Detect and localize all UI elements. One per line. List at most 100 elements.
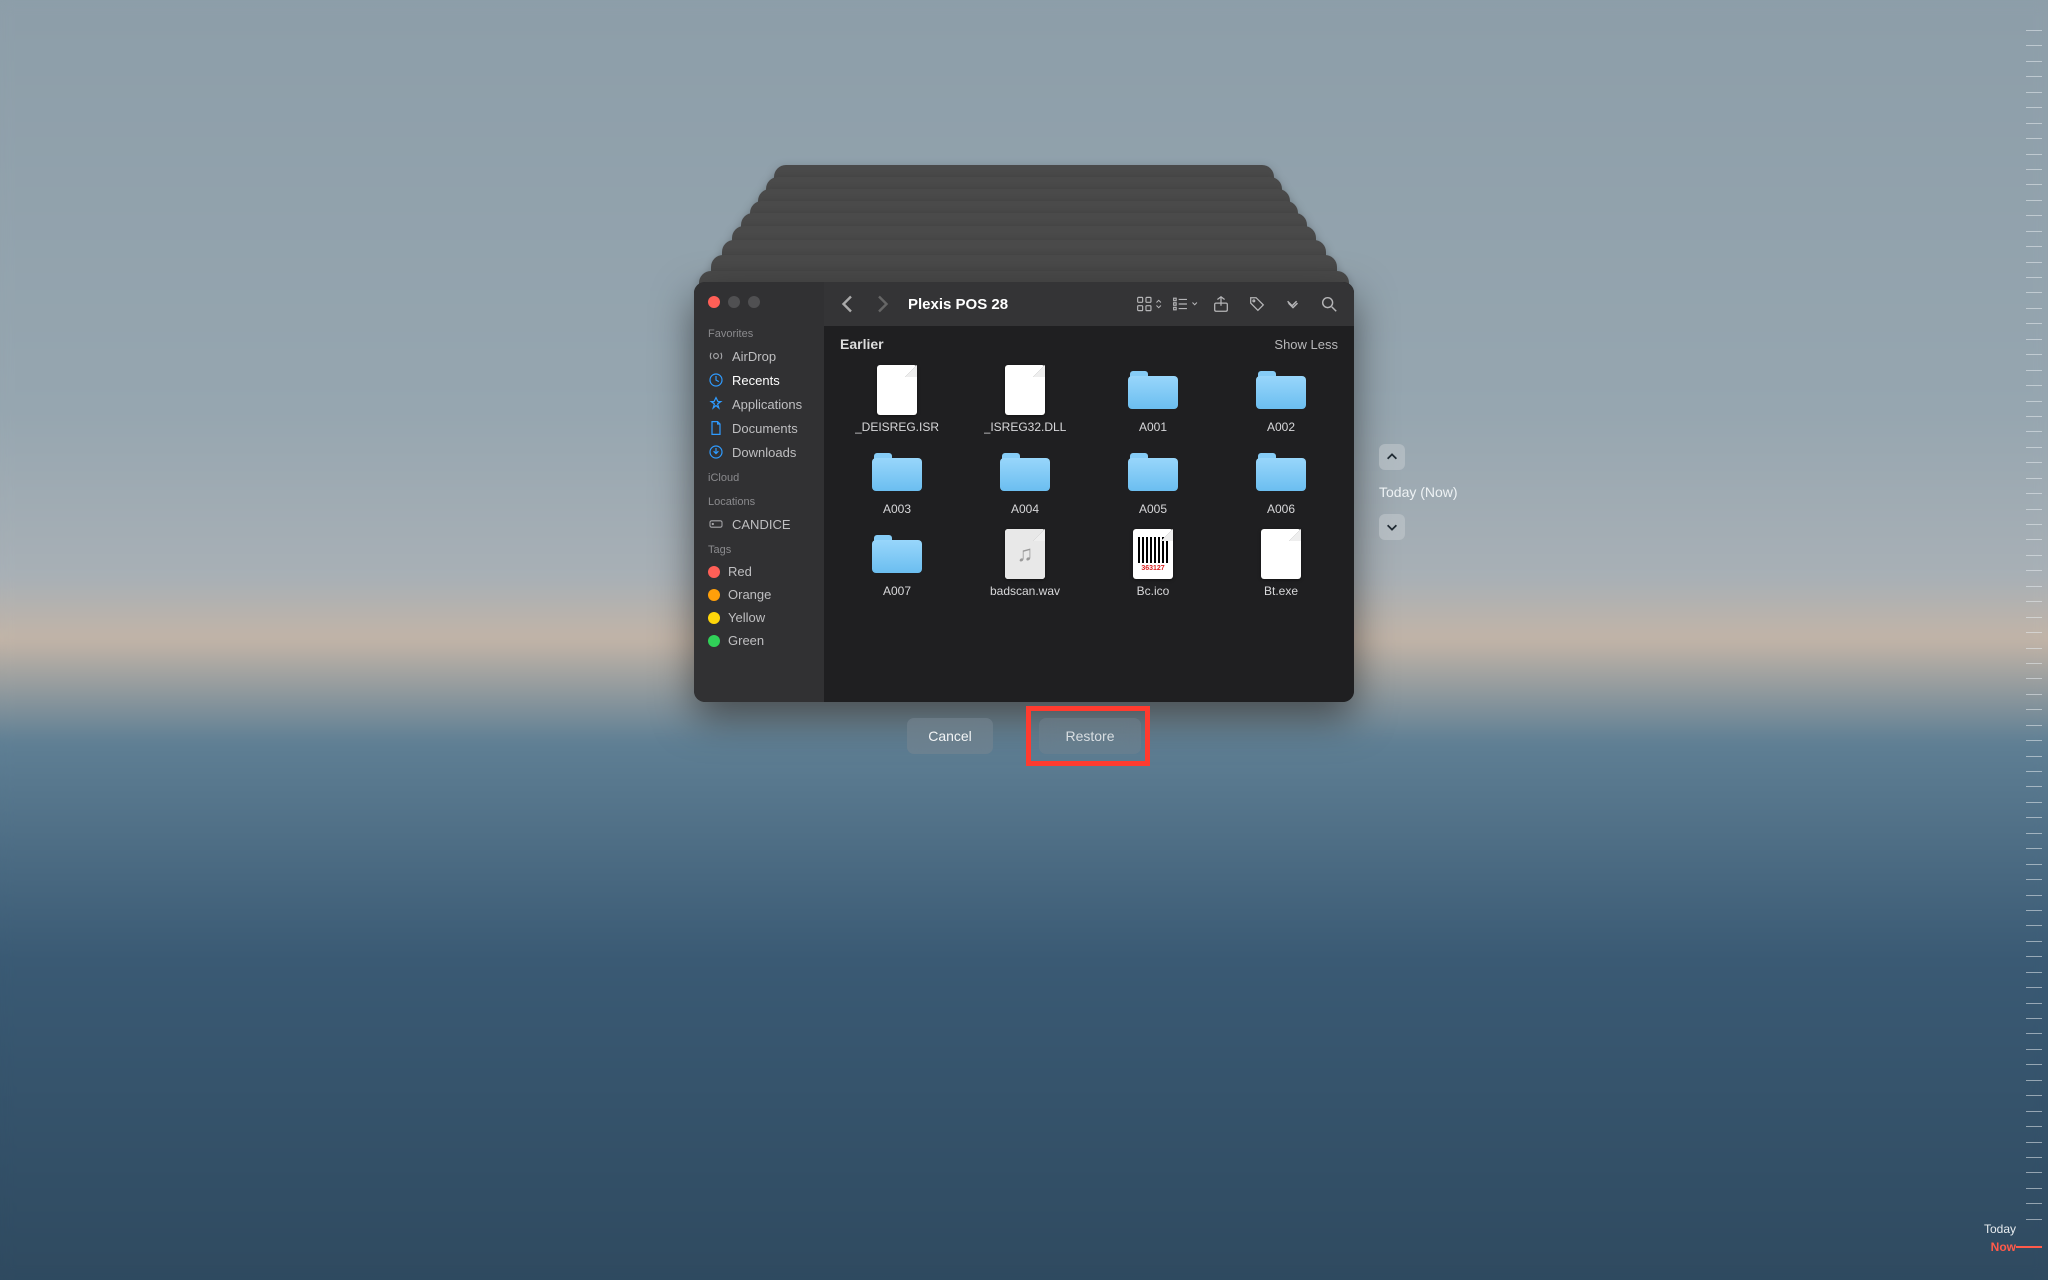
timeline-tick	[2026, 864, 2042, 865]
more-button[interactable]	[1280, 293, 1306, 315]
timeline-tick	[2026, 1172, 2042, 1173]
timeline-tick	[2026, 339, 2042, 340]
folder-icon	[1256, 371, 1306, 409]
sidebar-item-downloads[interactable]: Downloads	[694, 440, 824, 464]
sidebar-tag-red[interactable]: Red	[694, 560, 824, 583]
file-label: A004	[1011, 502, 1039, 516]
file-item[interactable]: badscan.wav	[962, 526, 1088, 602]
timeline-tick	[2026, 694, 2042, 695]
timemachine-next-button[interactable]	[1379, 514, 1405, 540]
file-item[interactable]: _DEISREG.ISR	[834, 362, 960, 438]
timeline-tick	[2026, 586, 2042, 587]
sidebar-item-label: Red	[728, 564, 752, 579]
file-label: Bc.ico	[1137, 584, 1170, 598]
timeline-tick	[2026, 509, 2042, 510]
share-button[interactable]	[1208, 293, 1234, 315]
timeline-tick	[2026, 1080, 2042, 1081]
timeline-tick	[2026, 200, 2042, 201]
timeline-tick	[2026, 385, 2042, 386]
timeline-tick	[2026, 1219, 2042, 1220]
file-label: Bt.exe	[1264, 584, 1298, 598]
section-title: Earlier	[840, 336, 884, 352]
sidebar-item-documents[interactable]: Documents	[694, 416, 824, 440]
sidebar-item-recents[interactable]: Recents	[694, 368, 824, 392]
file-item[interactable]: A007	[834, 526, 960, 602]
sidebar-tag-yellow[interactable]: Yellow	[694, 606, 824, 629]
file-label: _ISREG32.DLL	[984, 420, 1067, 434]
folder-icon	[1256, 453, 1306, 491]
close-window-button[interactable]	[708, 296, 720, 308]
timeline-tick	[2026, 262, 2042, 263]
show-less-button[interactable]: Show Less	[1274, 337, 1338, 352]
sidebar-tag-green[interactable]: Green	[694, 629, 824, 652]
timeline-tick	[2026, 1203, 2042, 1204]
zoom-window-button[interactable]	[748, 296, 760, 308]
view-icons-button[interactable]	[1136, 293, 1162, 315]
file-label: A003	[883, 502, 911, 516]
restore-button[interactable]: Restore	[1039, 718, 1141, 754]
timeline-tick	[2026, 92, 2042, 93]
minimize-window-button[interactable]	[728, 296, 740, 308]
content-section-header: Earlier Show Less	[824, 326, 1354, 358]
back-button[interactable]	[836, 292, 860, 316]
timeline-tick	[2026, 956, 2042, 957]
timeline-tick	[2026, 416, 2042, 417]
tag-button[interactable]	[1244, 293, 1270, 315]
timeline-tick	[2026, 570, 2042, 571]
file-label: A005	[1139, 502, 1167, 516]
search-button[interactable]	[1316, 293, 1342, 315]
sidebar-item-applications[interactable]: Applications	[694, 392, 824, 416]
timeline-tick	[2026, 215, 2042, 216]
timeline-tick	[2026, 308, 2042, 309]
sidebar-section-locations: Locations	[694, 488, 824, 512]
apps-icon	[708, 396, 724, 412]
timemachine-current-label: Today (Now)	[1379, 480, 1458, 504]
timemachine-nav: Today (Now)	[1379, 444, 1458, 540]
file-item[interactable]: A001	[1090, 362, 1216, 438]
forward-button[interactable]	[870, 292, 894, 316]
barcode-file-icon: 363127	[1133, 529, 1173, 579]
file-item[interactable]: Bt.exe	[1218, 526, 1344, 602]
timeline[interactable]	[2016, 30, 2042, 1220]
sidebar-item-candice[interactable]: CANDICE	[694, 512, 824, 536]
timeline-tick	[2026, 1095, 2042, 1096]
file-item[interactable]: A003	[834, 444, 960, 520]
file-item[interactable]: A005	[1090, 444, 1216, 520]
timeline-tick	[2026, 879, 2042, 880]
sidebar-tag-orange[interactable]: Orange	[694, 583, 824, 606]
folder-icon	[1128, 371, 1178, 409]
sidebar-item-airdrop[interactable]: AirDrop	[694, 344, 824, 368]
group-button[interactable]	[1172, 293, 1198, 315]
file-item[interactable]: A004	[962, 444, 1088, 520]
file-item[interactable]: A006	[1218, 444, 1344, 520]
folder-icon	[1128, 453, 1178, 491]
document-icon	[1261, 529, 1301, 579]
file-item[interactable]: A002	[1218, 362, 1344, 438]
folder-icon	[872, 535, 922, 573]
sidebar-section-favorites: Favorites	[694, 320, 824, 344]
timeline-tick	[2026, 895, 2042, 896]
cancel-button[interactable]: Cancel	[907, 718, 993, 754]
timeline-tick	[2026, 231, 2042, 232]
tag-dot-icon	[708, 566, 720, 578]
file-item[interactable]: 363127 Bc.ico	[1090, 526, 1216, 602]
file-item[interactable]: _ISREG32.DLL	[962, 362, 1088, 438]
sidebar-item-label: Yellow	[728, 610, 765, 625]
timeline-tick	[2026, 725, 2042, 726]
timeline-tick	[2026, 462, 2042, 463]
timeline-tick	[2026, 169, 2042, 170]
sidebar-item-label: Recents	[732, 373, 780, 388]
doc-icon	[708, 420, 724, 436]
finder-main: Plexis POS 28 Earlie	[824, 282, 1354, 702]
timeline-now-marker	[2016, 1246, 2042, 1248]
toolbar: Plexis POS 28	[824, 282, 1354, 326]
timeline-tick	[2026, 138, 2042, 139]
file-label: badscan.wav	[990, 584, 1060, 598]
timeline-tick	[2026, 555, 2042, 556]
sidebar-item-label: Documents	[732, 421, 798, 436]
sidebar-item-label: Downloads	[732, 445, 796, 460]
timeline-tick	[2026, 107, 2042, 108]
timeline-tick	[2026, 1142, 2042, 1143]
timeline-tick	[2026, 431, 2042, 432]
timemachine-prev-button[interactable]	[1379, 444, 1405, 470]
